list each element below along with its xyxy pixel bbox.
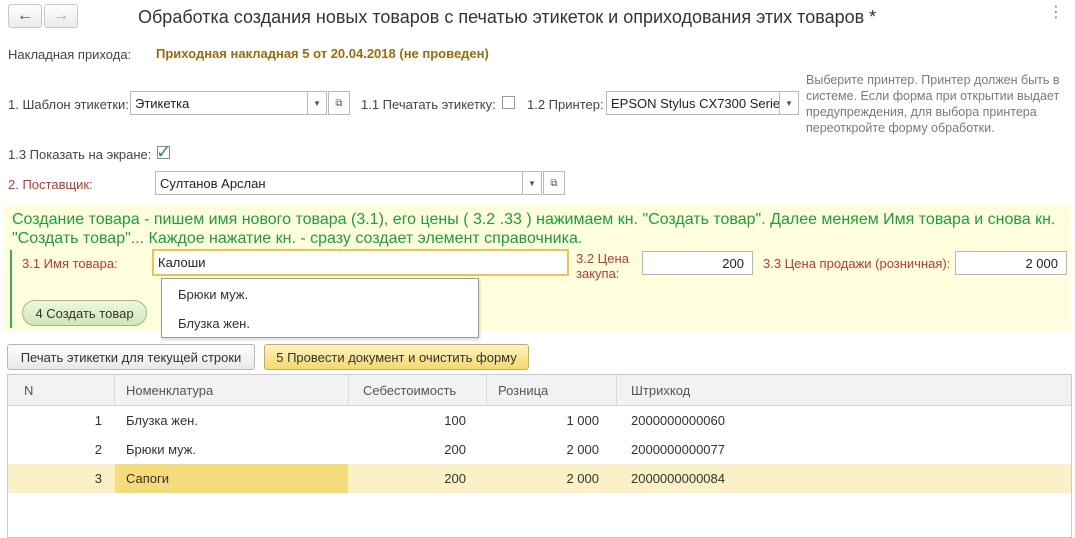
template-open-button[interactable]: ⧉ bbox=[328, 91, 350, 115]
row-retail: 2 000 bbox=[566, 471, 599, 486]
row-retail: 2 000 bbox=[566, 442, 599, 457]
column-header-barcode[interactable]: Штрихкод bbox=[631, 375, 690, 405]
row-number: 2 bbox=[94, 442, 102, 457]
open-icon: ⧉ bbox=[550, 177, 558, 189]
column-divider bbox=[114, 375, 115, 405]
template-dropdown-button[interactable]: ▼ bbox=[307, 91, 327, 115]
template-input[interactable]: Этикетка bbox=[130, 91, 308, 115]
suggestion-item[interactable]: Брюки муж. bbox=[178, 287, 248, 302]
supplier-input[interactable]: Султанов Арслан bbox=[155, 171, 523, 195]
column-divider bbox=[348, 375, 349, 405]
print-label-label: 1.1 Печатать этикетку: bbox=[361, 97, 496, 112]
post-and-clear-button[interactable]: 5 Провести документ и очистить форму bbox=[264, 344, 529, 370]
row-number: 1 bbox=[94, 413, 102, 428]
print-label-checkbox[interactable] bbox=[502, 96, 515, 109]
printer-dropdown-button[interactable]: ▼ bbox=[779, 91, 799, 115]
arrow-right-icon: → bbox=[53, 7, 69, 24]
column-header-n[interactable]: N bbox=[24, 375, 33, 405]
column-header-retail[interactable]: Розница bbox=[498, 375, 548, 405]
open-icon: ⧉ bbox=[335, 97, 343, 109]
row-cost: 200 bbox=[444, 442, 466, 457]
table-header: N Номенклатура Себестоимость Розница Штр… bbox=[8, 375, 1071, 406]
section-divider bbox=[10, 250, 12, 328]
row-barcode: 2000000000084 bbox=[631, 471, 725, 486]
chevron-down-icon: ▼ bbox=[528, 178, 536, 188]
retail-price-input[interactable]: 2 000 bbox=[955, 251, 1067, 275]
create-goods-instructions: Создание товара - пишем имя нового товар… bbox=[12, 211, 1056, 247]
page-title: Обработка создания новых товаров с печат… bbox=[138, 7, 877, 27]
row-retail: 1 000 bbox=[566, 413, 599, 428]
arrow-left-icon: ← bbox=[17, 7, 33, 24]
supplier-dropdown-button[interactable]: ▼ bbox=[522, 171, 542, 195]
retail-price-label: 3.3 Цена продажи (розничная): bbox=[763, 256, 951, 271]
printer-label: 1.2 Принтер: bbox=[527, 97, 604, 112]
row-cost: 200 bbox=[444, 471, 466, 486]
row-name: Брюки муж. bbox=[126, 442, 197, 457]
goods-name-label: 3.1 Имя товара: bbox=[22, 256, 118, 271]
column-header-cost[interactable]: Себестоимость bbox=[363, 375, 456, 405]
forward-button[interactable]: → bbox=[44, 4, 78, 28]
supplier-label: 2. Поставщик: bbox=[8, 177, 93, 192]
row-barcode: 2000000000077 bbox=[631, 442, 725, 457]
back-button[interactable]: ← bbox=[8, 4, 42, 28]
row-name: Блузка жен. bbox=[126, 413, 198, 428]
more-menu-icon[interactable]: ⋮ bbox=[1048, 2, 1065, 22]
purchase-price-label-line2: закупа: bbox=[576, 266, 620, 281]
name-suggestions-list: Брюки муж. Блузка жен. bbox=[161, 278, 479, 338]
create-goods-button[interactable]: 4 Создать товар bbox=[22, 300, 147, 326]
checkmark-icon: ✓ bbox=[156, 142, 172, 162]
purchase-price-input[interactable]: 200 bbox=[642, 251, 753, 275]
goods-name-input[interactable]: Калоши bbox=[152, 249, 569, 276]
show-on-screen-label: 1.3 Показать на экране: bbox=[8, 147, 152, 162]
print-labels-button[interactable]: Печать этикетки для текущей строки bbox=[7, 344, 255, 370]
suggestion-item[interactable]: Блузка жен. bbox=[178, 316, 250, 331]
table-row[interactable]: 1 Блузка жен. 100 1 000 2000000000060 bbox=[8, 406, 1071, 435]
supplier-open-button[interactable]: ⧉ bbox=[543, 171, 565, 195]
row-number: 3 bbox=[94, 471, 102, 486]
chevron-down-icon: ▼ bbox=[313, 98, 321, 108]
invoice-label: Накладная прихода: bbox=[8, 47, 132, 62]
column-header-name[interactable]: Номенклатура bbox=[126, 375, 213, 405]
column-divider bbox=[616, 375, 617, 405]
chevron-down-icon: ▼ bbox=[785, 98, 793, 108]
row-cost: 100 bbox=[444, 413, 466, 428]
invoice-link[interactable]: Приходная накладная 5 от 20.04.2018 (не … bbox=[156, 46, 489, 61]
goods-table: N Номенклатура Себестоимость Розница Штр… bbox=[7, 374, 1072, 538]
template-label: 1. Шаблон этикетки: bbox=[8, 97, 129, 112]
row-barcode: 2000000000060 bbox=[631, 413, 725, 428]
purchase-price-label: 3.2 Цена закупа: bbox=[576, 251, 629, 281]
purchase-price-label-line1: 3.2 Цена bbox=[576, 251, 629, 266]
table-row[interactable]: 2 Брюки муж. 200 2 000 2000000000077 bbox=[8, 435, 1071, 464]
column-divider bbox=[486, 375, 487, 405]
table-row-selected[interactable]: 3 Сапоги 200 2 000 2000000000084 bbox=[8, 464, 1071, 493]
printer-select[interactable]: EPSON Stylus CX7300 Serie bbox=[606, 91, 780, 115]
printer-hint: Выберите принтер. Принтер должен быть в … bbox=[806, 73, 1060, 135]
row-name: Сапоги bbox=[115, 464, 348, 493]
